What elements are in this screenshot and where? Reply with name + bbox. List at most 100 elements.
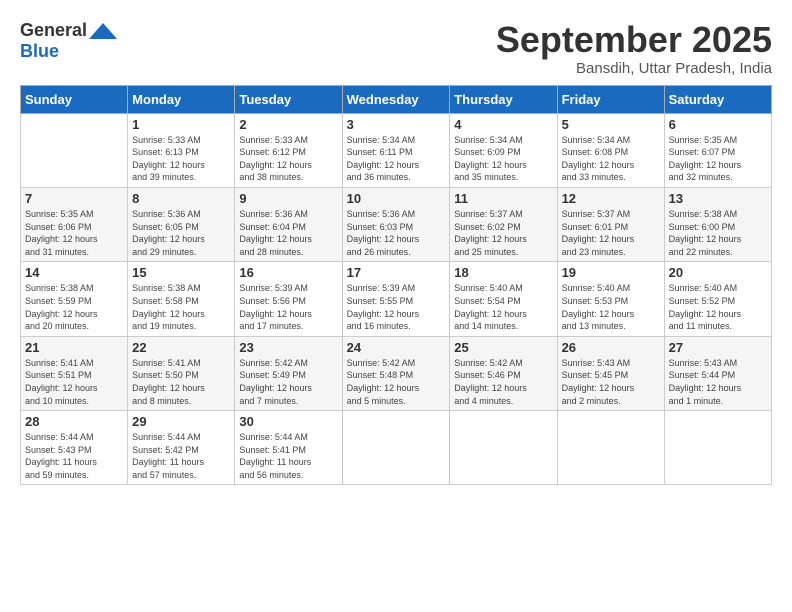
- calendar-cell: 6Sunrise: 5:35 AM Sunset: 6:07 PM Daylig…: [664, 113, 771, 187]
- day-info: Sunrise: 5:40 AM Sunset: 5:54 PM Dayligh…: [454, 282, 552, 332]
- day-info: Sunrise: 5:41 AM Sunset: 5:50 PM Dayligh…: [132, 357, 230, 407]
- calendar-cell: [342, 411, 450, 485]
- day-info: Sunrise: 5:43 AM Sunset: 5:44 PM Dayligh…: [669, 357, 767, 407]
- calendar-body: 1 Sunrise: 5:33 AM Sunset: 6:13 PM Daylig…: [21, 113, 772, 485]
- calendar-cell: 3 Sunrise: 5:34 AM Sunset: 6:11 PM Daylig…: [342, 113, 450, 187]
- calendar-cell: 23Sunrise: 5:42 AM Sunset: 5:49 PM Dayli…: [235, 336, 342, 410]
- day-number: 7: [25, 191, 123, 206]
- day-number: 20: [669, 265, 767, 280]
- calendar-week-4: 21 Sunrise: 5:41 AM Sunset: 5:51 PM Dayli…: [21, 336, 772, 410]
- logo: General Blue: [20, 20, 117, 62]
- calendar-cell: [557, 411, 664, 485]
- day-number: 8: [132, 191, 230, 206]
- day-number: 18: [454, 265, 552, 280]
- calendar-cell: 17Sunrise: 5:39 AM Sunset: 5:55 PM Dayli…: [342, 262, 450, 336]
- calendar-cell: 9Sunrise: 5:36 AM Sunset: 6:04 PM Daylig…: [235, 187, 342, 261]
- day-number: 3: [347, 117, 446, 132]
- logo-icon: [89, 21, 117, 41]
- calendar-cell: 13 Sunrise: 5:38 AM Sunset: 6:00 PM Dayli…: [664, 187, 771, 261]
- weekday-tuesday: Tuesday: [235, 85, 342, 113]
- day-number: 23: [239, 340, 337, 355]
- day-info: Sunrise: 5:43 AM Sunset: 5:45 PM Dayligh…: [562, 357, 660, 407]
- day-number: 21: [25, 340, 123, 355]
- day-number: 12: [562, 191, 660, 206]
- weekday-thursday: Thursday: [450, 85, 557, 113]
- calendar-cell: 19Sunrise: 5:40 AM Sunset: 5:53 PM Dayli…: [557, 262, 664, 336]
- day-info: Sunrise: 5:34 AM Sunset: 6:11 PM Dayligh…: [347, 134, 446, 184]
- day-number: 26: [562, 340, 660, 355]
- calendar-cell: 4 Sunrise: 5:34 AM Sunset: 6:09 PM Daylig…: [450, 113, 557, 187]
- day-number: 13: [669, 191, 767, 206]
- calendar-cell: 16 Sunrise: 5:39 AM Sunset: 5:56 PM Dayli…: [235, 262, 342, 336]
- day-info: Sunrise: 5:44 AM Sunset: 5:42 PM Dayligh…: [132, 431, 230, 481]
- calendar-cell: 12 Sunrise: 5:37 AM Sunset: 6:01 PM Dayli…: [557, 187, 664, 261]
- calendar-cell: [21, 113, 128, 187]
- day-number: 24: [347, 340, 446, 355]
- weekday-saturday: Saturday: [664, 85, 771, 113]
- calendar-cell: 1 Sunrise: 5:33 AM Sunset: 6:13 PM Daylig…: [128, 113, 235, 187]
- day-info: Sunrise: 5:42 AM Sunset: 5:46 PM Dayligh…: [454, 357, 552, 407]
- day-number: 2: [239, 117, 337, 132]
- day-info: Sunrise: 5:34 AM Sunset: 6:09 PM Dayligh…: [454, 134, 552, 184]
- day-number: 11: [454, 191, 552, 206]
- month-title: September 2025: [496, 20, 772, 60]
- calendar-week-1: 1 Sunrise: 5:33 AM Sunset: 6:13 PM Daylig…: [21, 113, 772, 187]
- day-number: 6: [669, 117, 767, 132]
- day-number: 27: [669, 340, 767, 355]
- calendar-table: SundayMondayTuesdayWednesdayThursdayFrid…: [20, 85, 772, 486]
- day-info: Sunrise: 5:34 AM Sunset: 6:08 PM Dayligh…: [562, 134, 660, 184]
- weekday-wednesday: Wednesday: [342, 85, 450, 113]
- weekday-sunday: Sunday: [21, 85, 128, 113]
- calendar-cell: 11 Sunrise: 5:37 AM Sunset: 6:02 PM Dayli…: [450, 187, 557, 261]
- day-number: 14: [25, 265, 123, 280]
- calendar-cell: 14 Sunrise: 5:38 AM Sunset: 5:59 PM Dayli…: [21, 262, 128, 336]
- calendar-cell: 27 Sunrise: 5:43 AM Sunset: 5:44 PM Dayli…: [664, 336, 771, 410]
- calendar-cell: 18 Sunrise: 5:40 AM Sunset: 5:54 PM Dayli…: [450, 262, 557, 336]
- day-info: Sunrise: 5:39 AM Sunset: 5:55 PM Dayligh…: [347, 282, 446, 332]
- day-number: 9: [239, 191, 337, 206]
- day-number: 25: [454, 340, 552, 355]
- day-number: 29: [132, 414, 230, 429]
- day-info: Sunrise: 5:37 AM Sunset: 6:01 PM Dayligh…: [562, 208, 660, 258]
- day-info: Sunrise: 5:37 AM Sunset: 6:02 PM Dayligh…: [454, 208, 552, 258]
- day-info: Sunrise: 5:42 AM Sunset: 5:48 PM Dayligh…: [347, 357, 446, 407]
- day-info: Sunrise: 5:38 AM Sunset: 6:00 PM Dayligh…: [669, 208, 767, 258]
- calendar-cell: 8Sunrise: 5:36 AM Sunset: 6:05 PM Daylig…: [128, 187, 235, 261]
- calendar-cell: 26 Sunrise: 5:43 AM Sunset: 5:45 PM Dayli…: [557, 336, 664, 410]
- day-info: Sunrise: 5:33 AM Sunset: 6:13 PM Dayligh…: [132, 134, 230, 184]
- day-number: 10: [347, 191, 446, 206]
- logo-blue: Blue: [20, 41, 59, 62]
- calendar-week-3: 14 Sunrise: 5:38 AM Sunset: 5:59 PM Dayli…: [21, 262, 772, 336]
- calendar-cell: 2Sunrise: 5:33 AM Sunset: 6:12 PM Daylig…: [235, 113, 342, 187]
- day-number: 4: [454, 117, 552, 132]
- day-info: Sunrise: 5:35 AM Sunset: 6:06 PM Dayligh…: [25, 208, 123, 258]
- calendar-cell: 20 Sunrise: 5:40 AM Sunset: 5:52 PM Dayli…: [664, 262, 771, 336]
- weekday-header-row: SundayMondayTuesdayWednesdayThursdayFrid…: [21, 85, 772, 113]
- calendar-cell: 5 Sunrise: 5:34 AM Sunset: 6:08 PM Daylig…: [557, 113, 664, 187]
- day-number: 15: [132, 265, 230, 280]
- calendar-cell: 28Sunrise: 5:44 AM Sunset: 5:43 PM Dayli…: [21, 411, 128, 485]
- weekday-monday: Monday: [128, 85, 235, 113]
- calendar-week-2: 7 Sunrise: 5:35 AM Sunset: 6:06 PM Daylig…: [21, 187, 772, 261]
- day-number: 30: [239, 414, 337, 429]
- day-number: 5: [562, 117, 660, 132]
- day-number: 19: [562, 265, 660, 280]
- page-header: General Blue September 2025 Bansdih, Utt…: [20, 20, 772, 77]
- calendar-week-5: 28Sunrise: 5:44 AM Sunset: 5:43 PM Dayli…: [21, 411, 772, 485]
- day-number: 1: [132, 117, 230, 132]
- calendar-cell: 25 Sunrise: 5:42 AM Sunset: 5:46 PM Dayli…: [450, 336, 557, 410]
- calendar-cell: 15 Sunrise: 5:38 AM Sunset: 5:58 PM Dayli…: [128, 262, 235, 336]
- day-info: Sunrise: 5:39 AM Sunset: 5:56 PM Dayligh…: [239, 282, 337, 332]
- calendar-cell: 22 Sunrise: 5:41 AM Sunset: 5:50 PM Dayli…: [128, 336, 235, 410]
- calendar-cell: 30 Sunrise: 5:44 AM Sunset: 5:41 PM Dayli…: [235, 411, 342, 485]
- day-info: Sunrise: 5:36 AM Sunset: 6:03 PM Dayligh…: [347, 208, 446, 258]
- day-info: Sunrise: 5:38 AM Sunset: 5:58 PM Dayligh…: [132, 282, 230, 332]
- day-info: Sunrise: 5:40 AM Sunset: 5:52 PM Dayligh…: [669, 282, 767, 332]
- day-number: 22: [132, 340, 230, 355]
- day-info: Sunrise: 5:38 AM Sunset: 5:59 PM Dayligh…: [25, 282, 123, 332]
- calendar-cell: 21 Sunrise: 5:41 AM Sunset: 5:51 PM Dayli…: [21, 336, 128, 410]
- day-number: 16: [239, 265, 337, 280]
- day-info: Sunrise: 5:41 AM Sunset: 5:51 PM Dayligh…: [25, 357, 123, 407]
- calendar-cell: [664, 411, 771, 485]
- day-info: Sunrise: 5:44 AM Sunset: 5:41 PM Dayligh…: [239, 431, 337, 481]
